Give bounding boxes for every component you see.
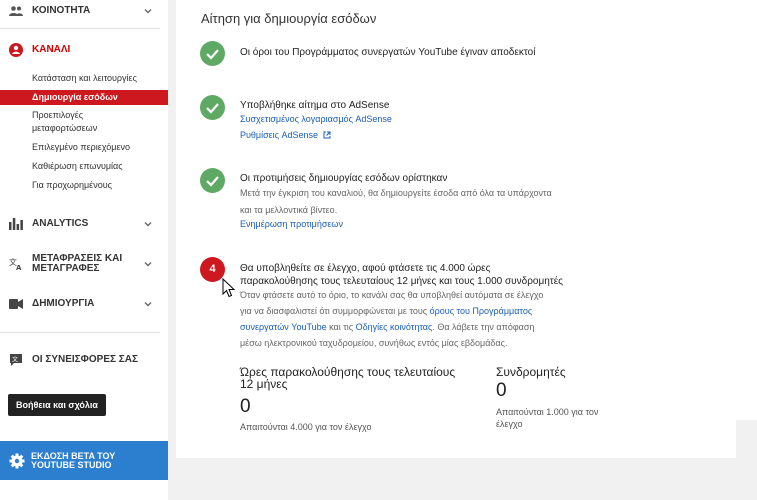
translate-icon: 文A	[9, 257, 23, 271]
partner-terms-link[interactable]: όρους του Προγράμματος	[430, 306, 533, 316]
gear-icon	[9, 453, 25, 469]
right-panel-strip	[736, 0, 757, 420]
svg-text:文: 文	[12, 356, 18, 364]
nav-create[interactable]: ΔΗΜΙΟΥΡΓΙΑ	[0, 290, 168, 318]
nav-contributions[interactable]: 文 ΟΙ ΣΥΝΕΙΣΦΟΡΕΣ ΣΑΣ	[0, 346, 168, 374]
sidebar-item-upload-defaults[interactable]: Προεπιλογές	[0, 110, 168, 121]
sidebar: ΚΟΙΝΟΤΗΤΑ ΚΑΝΑΛΙ Κατάσταση και λειτουργί…	[0, 0, 168, 500]
beta-line2: YOUTUBE STUDIO	[31, 460, 112, 470]
watch-hours-label-2: 12 μήνες	[240, 377, 288, 391]
check-circle-icon	[200, 168, 225, 193]
nav-channel[interactable]: ΚΑΝΑΛΙ	[0, 36, 168, 64]
bar-chart-icon	[9, 217, 23, 231]
people-icon	[9, 4, 23, 18]
step-review-desc-3-text: . Θα λάβετε την απόφαση	[432, 322, 535, 332]
subscribers-note-1: Απαιτούνται 1.000 για τον	[496, 407, 599, 417]
external-link-icon	[323, 131, 331, 139]
sidebar-item-featured-content[interactable]: Επιλεγμένο περιεχόμενο	[0, 142, 168, 153]
chevron-down-icon	[144, 262, 152, 267]
chevron-down-icon	[144, 222, 152, 227]
subscribers-value: 0	[496, 380, 507, 401]
beta-studio-button[interactable]: ΕΚΔΟΣΗ BETA ΤΟΥ YOUTUBE STUDIO	[0, 441, 168, 480]
sidebar-item-status[interactable]: Κατάσταση και λειτουργίες	[0, 73, 168, 84]
step-preferences-desc-1: Μετά την έγκριση του καναλιού, θα δημιου…	[240, 188, 552, 198]
beta-studio-label: ΕΚΔΟΣΗ BETA ΤΟΥ YOUTUBE STUDIO	[31, 452, 151, 470]
step-review-desc-4: μέσω ηλεκτρονικού ταχυδρομείου, συνήθως …	[240, 338, 508, 348]
subscribers-note-2: έλεγχο	[496, 419, 523, 429]
nav-community-label: ΚΟΙΝΟΤΗΤΑ	[32, 5, 91, 16]
svg-text:A: A	[16, 264, 22, 271]
step-review-desc-3-and: και τις	[326, 322, 356, 332]
sidebar-item-branding[interactable]: Καθιέρωση επωνυμίας	[0, 161, 168, 172]
sidebar-item-advanced[interactable]: Για προχωρημένους	[0, 180, 168, 191]
divider	[0, 28, 160, 29]
help-feedback-button[interactable]: Βοήθεια και σχόλια	[8, 394, 106, 416]
watch-hours-value: 0	[240, 396, 251, 417]
step-terms-accepted: Οι όροι του Προγράμματος συνεργατών YouT…	[240, 47, 536, 58]
translate-comment-icon: 文	[9, 353, 23, 367]
step-review-desc-3: συνεργατών YouTube και τις Οδηγίες κοινό…	[240, 319, 534, 335]
nav-translations-line2: ΜΕΤΑΓΡΑΦΕΣ	[32, 263, 100, 274]
nav-community[interactable]: ΚΟΙΝΟΤΗΤΑ	[0, 0, 168, 25]
update-preferences-link[interactable]: Ενημέρωση προτιμήσεων	[240, 218, 343, 231]
sidebar-item-monetization[interactable]: Δημιουργία εσόδων	[0, 90, 168, 105]
check-circle-icon	[200, 95, 225, 120]
nav-translations[interactable]: 文A ΜΕΤΑΦΡΑΣΕΙΣ ΚΑΙ ΜΕΤΑΓΡΑΦΕΣ	[0, 250, 168, 278]
page-title: Αίτηση για δημιουργία εσόδων	[201, 11, 377, 26]
community-guidelines-link[interactable]: Οδηγίες κοινότητας	[356, 322, 433, 332]
step-review-title-1: Θα υποβληθείτε σε έλεγχο, αφού φτάσετε τ…	[240, 263, 491, 274]
divider	[0, 332, 160, 333]
step-preferences-desc-2: και τα μελλοντικά βίντεο.	[240, 205, 338, 215]
adsense-settings-label: Ρυθμίσεις AdSense	[240, 130, 319, 140]
monetization-card: Αίτηση για δημιουργία εσόδων Οι όροι του…	[176, 0, 736, 458]
mouse-cursor-icon	[222, 278, 236, 298]
nav-analytics[interactable]: ANALYTICS	[0, 210, 168, 238]
step-review-desc-1: Όταν φτάσετε αυτό το όριο, το κανάλι σας…	[240, 290, 544, 300]
subscribers-label: Συνδρομητές	[496, 365, 566, 379]
partner-terms-link-2[interactable]: συνεργατών YouTube	[240, 322, 327, 332]
step-review-desc-2: για να διασφαλιστεί ότι συμμορφώνεται με…	[240, 303, 532, 319]
sidebar-item-upload-defaults-line2[interactable]: μεταφορτώσεων	[0, 123, 168, 134]
step-review-desc-2-text: για να διασφαλιστεί ότι συμμορφώνεται με…	[240, 306, 430, 316]
nav-create-label: ΔΗΜΙΟΥΡΓΙΑ	[32, 298, 95, 309]
video-camera-icon	[9, 297, 23, 311]
nav-channel-label: ΚΑΝΑΛΙ	[32, 44, 71, 55]
chevron-down-icon	[144, 302, 152, 307]
subscribers-note: Απαιτούνται 1.000 για τον έλεγχο	[496, 406, 598, 430]
check-circle-icon	[200, 41, 225, 66]
adsense-account-link[interactable]: Συσχετισμένος λογαριασμός AdSense	[240, 113, 392, 126]
nav-translations-label: ΜΕΤΑΦΡΑΣΕΙΣ ΚΑΙ ΜΕΤΑΓΡΑΦΕΣ	[32, 254, 142, 274]
watch-hours-label: Ώρες παρακολούθησης τους τελευταίους 12 …	[240, 366, 455, 390]
nav-analytics-label: ANALYTICS	[32, 218, 89, 229]
watch-hours-note: Απαιτούνται 4.000 για τον έλεγχο	[240, 422, 372, 432]
account-circle-icon	[9, 43, 23, 57]
step-preferences-set: Οι προτιμήσεις δημιουργίας εσόδων ορίστη…	[240, 173, 448, 184]
chevron-down-icon	[144, 9, 152, 14]
nav-contributions-label: ΟΙ ΣΥΝΕΙΣΦΟΡΕΣ ΣΑΣ	[32, 354, 139, 365]
adsense-settings-link[interactable]: Ρυθμίσεις AdSense	[240, 129, 331, 142]
step-adsense-submitted: Υποβλήθηκε αίτημα στο AdSense	[240, 100, 390, 111]
